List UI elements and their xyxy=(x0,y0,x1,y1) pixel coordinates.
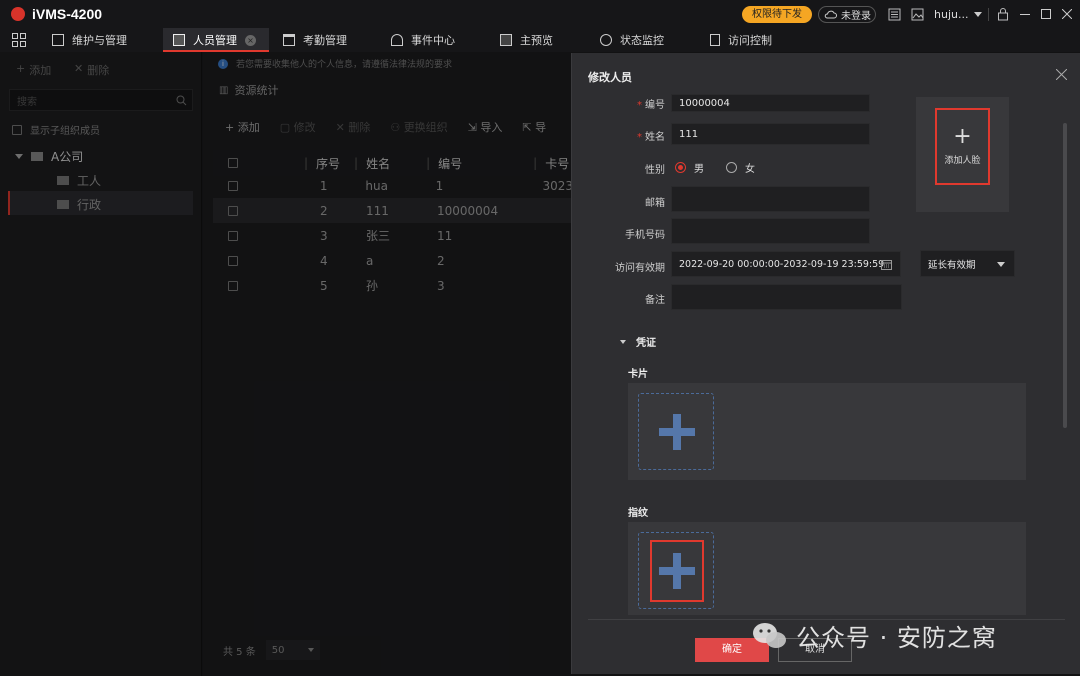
watermark: 公众号 · 安防之窝 xyxy=(752,618,997,653)
add-fingerprint-button[interactable] xyxy=(638,532,714,609)
tab-main-preview[interactable]: 主预览 xyxy=(500,28,580,52)
add-face-label: 添加人脸 xyxy=(944,156,981,166)
scrollbar-track[interactable] xyxy=(1063,123,1067,428)
gender-male-radio[interactable]: 男 xyxy=(675,160,704,175)
plus-icon-vertical xyxy=(673,414,681,450)
radio-checked-icon xyxy=(675,162,686,173)
calendar-icon[interactable] xyxy=(881,259,892,270)
extend-validity-select[interactable]: 延长有效期 xyxy=(920,250,1015,277)
wechat-icon xyxy=(753,622,786,648)
person-card-icon xyxy=(173,34,185,46)
maintenance-icon xyxy=(52,34,64,46)
validity-field[interactable]: 2022-09-20 00:00:00-2032-09-19 23:59:59 xyxy=(671,251,901,277)
cloud-login-button[interactable]: 未登录 xyxy=(818,6,876,23)
app-title: iVMS-4200 xyxy=(32,6,103,22)
fingerprint-label: 指纹 xyxy=(628,508,648,519)
select-value: 延长有效期 xyxy=(928,259,976,271)
label-text: 编号 xyxy=(645,100,665,111)
close-window-icon[interactable] xyxy=(1062,9,1072,19)
maximize-icon[interactable] xyxy=(1041,9,1051,19)
add-face-button[interactable]: + 添加人脸 xyxy=(935,108,990,185)
permission-badge[interactable]: 权限待下发 xyxy=(742,6,812,23)
user-menu[interactable]: huju... xyxy=(934,8,983,21)
close-icon[interactable] xyxy=(1056,69,1067,80)
tab-event-center[interactable]: 事件中心 xyxy=(391,28,481,52)
grid-menu-icon[interactable] xyxy=(12,33,26,47)
list-icon[interactable] xyxy=(888,8,901,21)
radio-icon xyxy=(726,162,737,173)
app-logo-icon xyxy=(11,7,25,21)
alarm-icon xyxy=(391,34,403,46)
monitor-icon xyxy=(600,34,612,46)
field-value: 10000004 xyxy=(679,97,730,109)
field-value: 111 xyxy=(679,128,699,140)
phone-label: 手机号码 xyxy=(625,230,665,241)
plus-icon-vertical xyxy=(673,553,681,589)
tab-label: 状态监控 xyxy=(620,34,664,47)
remark-label: 备注 xyxy=(645,295,665,306)
calendar-icon xyxy=(283,34,295,46)
cloud-login-label: 未登录 xyxy=(841,11,871,22)
name-label: * 姓名 xyxy=(592,128,665,143)
required-mark: * xyxy=(637,132,642,143)
close-tab-icon[interactable]: × xyxy=(245,34,256,46)
cloud-icon xyxy=(824,10,837,19)
gender-label: 性别 xyxy=(645,165,665,176)
title-bar: iVMS-4200 权限待下发 未登录 huju... xyxy=(0,0,1080,28)
radio-label: 女 xyxy=(745,164,755,175)
tab-attendance[interactable]: 考勤管理 xyxy=(283,28,373,52)
module-tab-bar: 维护与管理 人员管理 × 考勤管理 事件中心 主预览 状态监控 访问控制 xyxy=(0,28,1080,52)
watermark-text: 公众号 · 安防之窝 xyxy=(796,624,997,652)
chevron-down-icon xyxy=(997,262,1005,267)
validity-label: 访问有效期 xyxy=(615,263,665,274)
caret-down-icon xyxy=(620,339,626,344)
separator xyxy=(988,8,989,21)
video-icon xyxy=(500,34,512,46)
id-label: * 编号 xyxy=(592,96,665,111)
add-card-button[interactable] xyxy=(638,393,714,470)
tab-status-monitor[interactable]: 状态监控 xyxy=(600,28,690,52)
tab-label: 主预览 xyxy=(520,34,553,47)
chevron-down-icon xyxy=(974,12,983,17)
required-mark: * xyxy=(637,100,642,111)
plus-icon: + xyxy=(953,124,972,149)
phone-field[interactable] xyxy=(671,218,870,244)
id-field[interactable]: 10000004 xyxy=(671,94,870,112)
email-field[interactable] xyxy=(671,186,870,212)
name-field[interactable]: 111 xyxy=(671,123,870,145)
radio-label: 男 xyxy=(694,164,704,175)
radio-dot xyxy=(678,165,683,170)
card-label: 卡片 xyxy=(628,369,648,380)
dialog-title: 修改人员 xyxy=(588,71,632,84)
tab-access-control[interactable]: 访问控制 xyxy=(710,28,800,52)
door-icon xyxy=(710,34,720,46)
field-value: 2022-09-20 00:00:00-2032-09-19 23:59:59 xyxy=(679,258,885,270)
email-label: 邮箱 xyxy=(645,198,665,209)
image-icon[interactable] xyxy=(911,8,924,21)
edit-person-dialog: 修改人员 * 编号 10000004 * 姓名 111 性别 男 女 邮箱 手机号码… xyxy=(571,53,1080,674)
gender-female-radio[interactable]: 女 xyxy=(726,160,755,175)
tab-label: 人员管理 xyxy=(193,34,237,47)
minimize-icon[interactable] xyxy=(1020,14,1030,15)
tab-person-management[interactable]: 人员管理 × xyxy=(163,28,269,52)
lock-icon[interactable] xyxy=(997,7,1009,21)
tab-label: 考勤管理 xyxy=(303,34,347,47)
section-title: 凭证 xyxy=(636,338,656,349)
credential-section-header[interactable]: 凭证 xyxy=(620,334,656,349)
user-name: huju... xyxy=(934,8,969,21)
remark-field[interactable] xyxy=(671,284,902,310)
tab-label: 维护与管理 xyxy=(72,34,127,47)
tab-maintenance[interactable]: 维护与管理 xyxy=(50,28,150,52)
tab-label: 访问控制 xyxy=(728,34,772,47)
tab-label: 事件中心 xyxy=(411,34,455,47)
label-text: 姓名 xyxy=(645,132,665,143)
